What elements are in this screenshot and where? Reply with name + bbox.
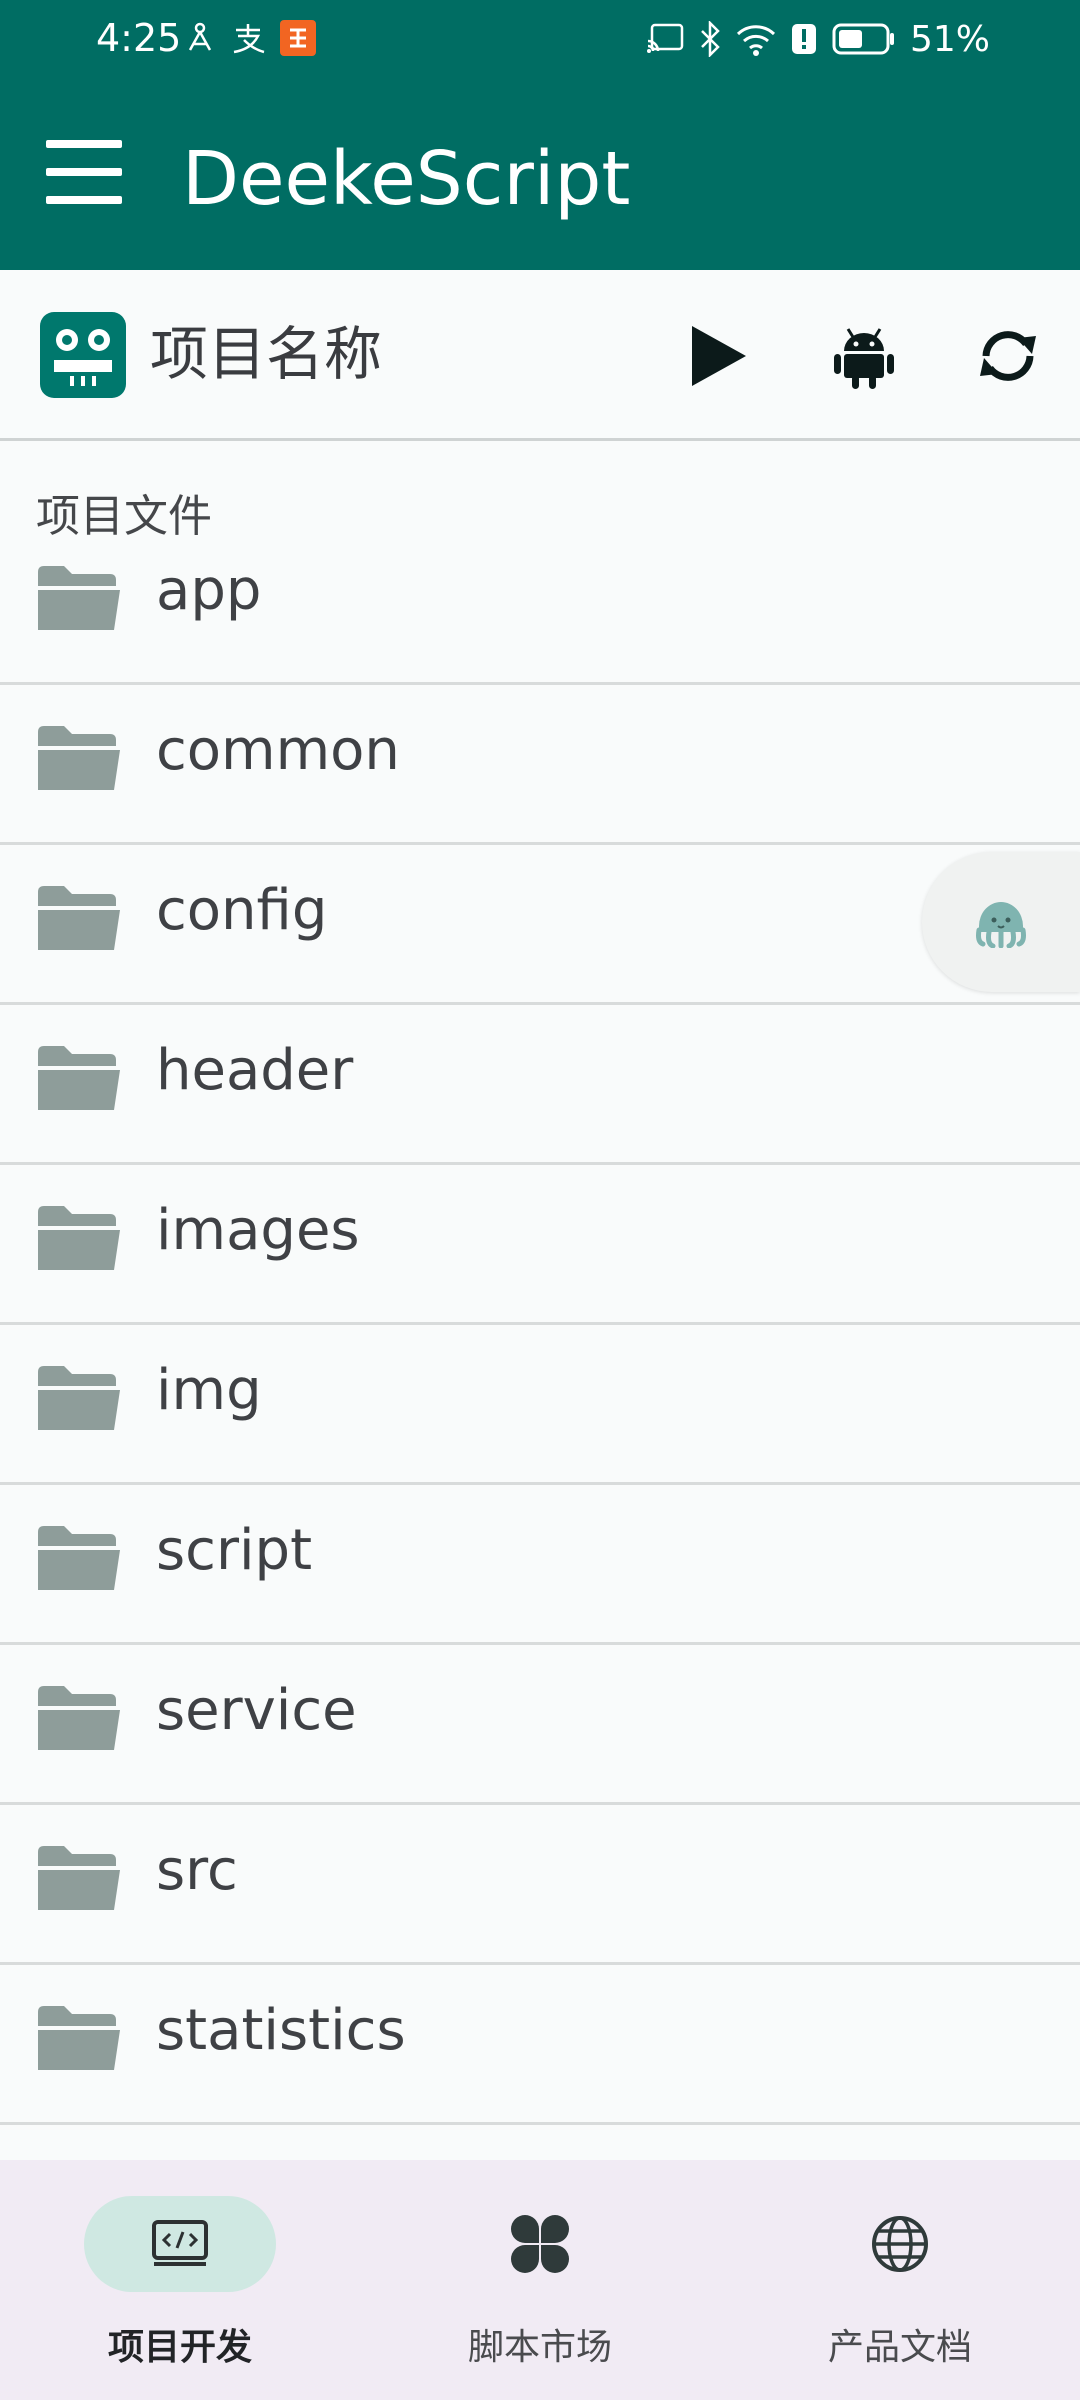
- bottom-nav: 项目开发 脚本市场 产品文档: [0, 2160, 1080, 2400]
- folder-item[interactable]: statistics: [0, 1965, 1080, 2125]
- file-list: app common config header images img script serv…: [0, 525, 1080, 2125]
- folder-item[interactable]: config: [0, 845, 1080, 1005]
- play-icon: [692, 326, 746, 386]
- project-header: 项目名称: [0, 270, 1080, 441]
- folder-item[interactable]: service: [0, 1645, 1080, 1805]
- status-time: 4:25: [96, 16, 182, 60]
- status-right: 51%: [646, 16, 990, 62]
- globe-icon: [872, 2216, 928, 2272]
- pay-icon: [233, 24, 265, 54]
- folder-item[interactable]: header: [0, 1005, 1080, 1165]
- run-button[interactable]: [678, 316, 758, 396]
- octopus-icon: [976, 902, 1026, 948]
- android-icon: [834, 328, 894, 389]
- hotspot-icon: [188, 22, 212, 51]
- robot-logo-icon: [40, 312, 126, 398]
- wifi-icon: [736, 25, 776, 56]
- folder-name: service: [156, 1678, 357, 1743]
- folder-name: statistics: [156, 1998, 406, 2063]
- folder-name: header: [156, 1038, 354, 1103]
- app-bar: DeekeScript: [0, 80, 1080, 270]
- battery-icon: [832, 23, 894, 55]
- nav-item-product-docs[interactable]: 产品文档: [750, 2196, 1050, 2376]
- folder-name: img: [156, 1358, 262, 1423]
- menu-icon: [46, 140, 122, 204]
- folder-icon: [38, 1686, 120, 1750]
- folder-name: script: [156, 1518, 313, 1583]
- folder-item[interactable]: script: [0, 1485, 1080, 1645]
- folder-item[interactable]: images: [0, 1165, 1080, 1325]
- alert-icon: [791, 24, 816, 54]
- code-monitor-icon: [152, 2220, 208, 2266]
- floating-assistant-button[interactable]: [922, 852, 1080, 992]
- nav-item-project-dev[interactable]: 项目开发: [30, 2196, 330, 2376]
- folder-icon: [38, 1206, 120, 1270]
- nav-label: 产品文档: [827, 2327, 972, 2368]
- project-name: 项目名称: [150, 320, 383, 388]
- folder-icon: [38, 1046, 120, 1110]
- folder-icon: [38, 726, 120, 790]
- cast-icon: [646, 23, 684, 53]
- folder-item[interactable]: app: [0, 525, 1080, 685]
- app-badge-icon: [280, 20, 316, 56]
- folder-item[interactable]: img: [0, 1325, 1080, 1485]
- bluetooth-icon: [701, 21, 720, 57]
- folder-icon: [38, 1526, 120, 1590]
- android-button[interactable]: [824, 316, 904, 396]
- folder-name: app: [156, 558, 262, 623]
- folder-icon: [38, 1366, 120, 1430]
- folder-name: config: [156, 878, 328, 943]
- folder-icon: [38, 2006, 120, 2070]
- folder-icon: [38, 1846, 120, 1910]
- folder-icon: [38, 886, 120, 950]
- folder-name: images: [156, 1198, 360, 1263]
- folder-name: common: [156, 718, 400, 783]
- nav-label: 脚本市场: [467, 2327, 612, 2368]
- folder-icon: [38, 566, 120, 630]
- menu-button[interactable]: [34, 122, 134, 222]
- folder-name: src: [156, 1838, 238, 1903]
- app-title: DeekeScript: [182, 136, 631, 222]
- folder-item[interactable]: src: [0, 1805, 1080, 1965]
- status-bar: 4:25 51%: [0, 0, 1080, 80]
- battery-percent: 51%: [909, 18, 990, 60]
- status-left-icons: [184, 18, 316, 58]
- sync-button[interactable]: [968, 316, 1048, 396]
- nav-label: 项目开发: [107, 2327, 252, 2368]
- folder-item[interactable]: common: [0, 685, 1080, 845]
- nav-item-script-market[interactable]: 脚本市场: [390, 2196, 690, 2376]
- clover-icon: [511, 2215, 569, 2273]
- sync-icon: [980, 331, 1036, 381]
